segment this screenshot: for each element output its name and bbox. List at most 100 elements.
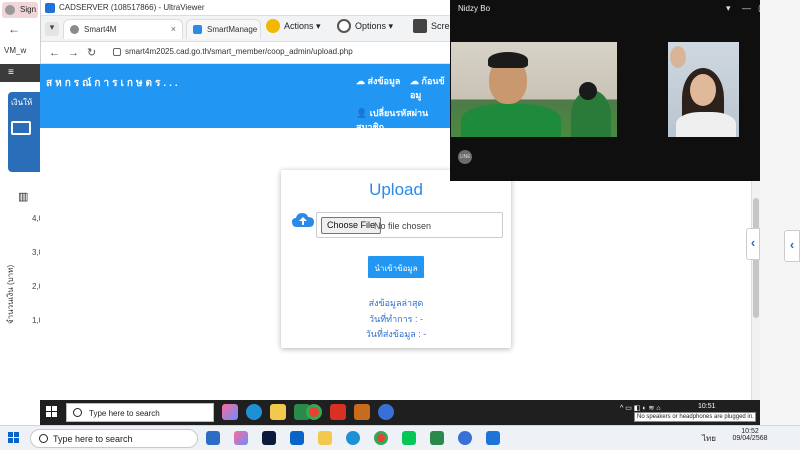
app-blue-icon[interactable] — [458, 431, 472, 445]
language-indicator[interactable]: ไทย — [702, 432, 716, 445]
ultraviewer-logo-icon — [45, 3, 55, 13]
outlook-icon[interactable] — [290, 431, 304, 445]
host-taskbar: Type here to search ไทย 10:52 09/04/2568 — [0, 425, 800, 450]
tab-smartmanage[interactable]: SmartManage — [186, 19, 261, 39]
caller-name: Nidzy Bo — [458, 4, 491, 13]
nav-label: ส่งข้อมูล — [367, 76, 401, 86]
lock-icon — [113, 47, 121, 56]
sign-in-button[interactable]: Sign — [2, 2, 38, 18]
transaction-date: วันที่ทำการ : - — [369, 314, 423, 324]
bar-chart-icon: ▥ — [18, 191, 29, 203]
clock-date: 09/04/2568 — [732, 435, 768, 442]
upload-card: Upload Choose File No file chosen นำเข้า… — [281, 170, 511, 348]
actions-button[interactable]: Actions ▾ — [266, 19, 321, 33]
cloud-upload-icon — [292, 213, 314, 227]
latest-upload-link[interactable]: ส่งข้อมูลล่าสุด — [281, 296, 511, 310]
url-field[interactable]: smart4m2025.cad.go.th/smart_member/coop_… — [113, 46, 453, 60]
options-button[interactable]: Options ▾ — [337, 19, 393, 33]
y-axis-label: จำนวนเงิน (บาท) — [6, 264, 15, 324]
ultraviewer-icon[interactable] — [486, 431, 500, 445]
remote-clock[interactable]: 10:51 — [698, 403, 716, 410]
avatar-icon — [5, 5, 15, 15]
person-body — [676, 112, 736, 137]
url-text: smart4m2025.cad.go.th/smart_member/coop_… — [125, 47, 353, 56]
remote-video — [451, 42, 617, 137]
host-browser-left: Sign ← VM_w ≡ เงินให้ ▥ 4,0 3,0 2,0 1,0 … — [0, 0, 43, 425]
folder-icon[interactable] — [270, 404, 286, 420]
site-header: สหกรณ์การเกษตร... ☁ ส่งข้อมูล ☁ ก้อนข้อม… — [40, 64, 450, 132]
lightning-icon — [266, 19, 280, 33]
host-chart: ▥ 4,0 3,0 2,0 1,0 จำนวนเงิน (บาท) — [0, 184, 43, 384]
tab-list-chevron-icon[interactable]: ▾ — [45, 22, 59, 36]
search-icon — [73, 408, 82, 417]
upload-title: Upload — [369, 180, 423, 199]
file-input[interactable]: Choose File No file chosen — [316, 212, 503, 238]
app-red-icon[interactable] — [330, 404, 346, 420]
app-orange-icon[interactable] — [354, 404, 370, 420]
hamburger-menu-icon[interactable]: ≡ — [0, 64, 40, 82]
audio-tooltip: No speakers or headphones are plugged in… — [634, 412, 756, 422]
line-logo-icon: LINE — [458, 150, 472, 164]
person-body — [461, 104, 561, 137]
loan-card-label: เงินให้ — [11, 98, 33, 107]
collapse-panel-chevron-icon[interactable]: ‹ — [746, 228, 760, 260]
close-icon[interactable]: × — [171, 24, 176, 34]
windows-start-icon[interactable] — [46, 406, 58, 418]
edge-icon[interactable] — [346, 431, 360, 445]
folder-icon[interactable] — [318, 431, 332, 445]
nav-send-data[interactable]: ☁ ส่งข้อมูล — [356, 74, 400, 88]
edge-icon[interactable] — [246, 404, 262, 420]
host-clock[interactable]: 10:52 09/04/2568 — [728, 428, 772, 442]
back-arrow-icon[interactable]: ← — [0, 22, 40, 42]
self-video — [668, 42, 739, 137]
search-placeholder: Type here to search — [53, 434, 133, 444]
choose-file-button[interactable]: Choose File — [321, 217, 382, 234]
expand-panel-chevron-icon[interactable]: ‹ — [784, 230, 800, 262]
globe-icon — [70, 25, 79, 34]
gear-icon — [337, 19, 351, 33]
app-icon[interactable] — [206, 431, 220, 445]
app-green-icon[interactable] — [430, 431, 444, 445]
site-title: สหกรณ์การเกษตร... — [46, 78, 181, 89]
actions-label: Actions — [284, 21, 314, 31]
send-date: วันที่ส่งข้อมูล : - — [365, 329, 427, 339]
host-search-input[interactable]: Type here to search — [30, 429, 198, 448]
person-face — [690, 74, 716, 106]
import-data-button[interactable]: นำเข้าข้อมูล — [368, 256, 424, 278]
nav-back-data[interactable]: ☁ ก้อนข้อมู — [410, 74, 450, 102]
chrome-icon[interactable] — [306, 404, 322, 420]
background-person-head — [579, 82, 597, 100]
nav-label: ก้อนข้อมู — [410, 76, 445, 100]
window-title: CADSERVER (108517866) - UltraViewer — [59, 3, 205, 12]
file-status: No file chosen — [374, 221, 432, 231]
screen-button[interactable]: Scree — [413, 19, 455, 33]
search-icon — [39, 434, 48, 443]
remote-tray-icons[interactable]: ^ ▭ ◧ ◐ ≋ ⌂ — [620, 404, 661, 412]
monitor-icon — [413, 19, 427, 33]
photoshop-icon[interactable] — [262, 431, 276, 445]
windows-start-icon[interactable] — [8, 432, 20, 444]
options-label: Options — [355, 21, 387, 31]
line-icon[interactable] — [402, 431, 416, 445]
copilot-icon[interactable] — [222, 404, 238, 420]
browser-nav-icons[interactable]: ←→↻ — [49, 46, 104, 59]
sign-label: Sign — [20, 5, 37, 14]
host-right-strip — [760, 0, 800, 425]
clock-time: 10:52 — [741, 428, 759, 435]
app-blue-icon[interactable] — [378, 404, 394, 420]
search-placeholder: Type here to search — [89, 409, 160, 418]
remote-search-input[interactable]: Type here to search — [66, 403, 214, 422]
bookmark-vm[interactable]: VM_w — [4, 46, 40, 55]
person-hair — [488, 52, 528, 68]
video-call-window: Nidzy Bo ▾ — ▢ ✕ LINE — [450, 0, 790, 181]
chrome-icon[interactable] — [374, 431, 388, 445]
page-icon — [193, 25, 202, 34]
tab-smart4m[interactable]: Smart4M × — [63, 19, 183, 39]
copilot-icon[interactable] — [234, 431, 248, 445]
credit-card-icon — [11, 121, 31, 135]
tab-label: Smart4M — [84, 25, 117, 34]
pin-icon[interactable]: ▾ — [726, 3, 731, 14]
loan-card[interactable]: เงินให้ — [8, 92, 40, 172]
tab-label: SmartManage — [207, 25, 258, 34]
minimize-icon[interactable]: — — [742, 3, 751, 13]
